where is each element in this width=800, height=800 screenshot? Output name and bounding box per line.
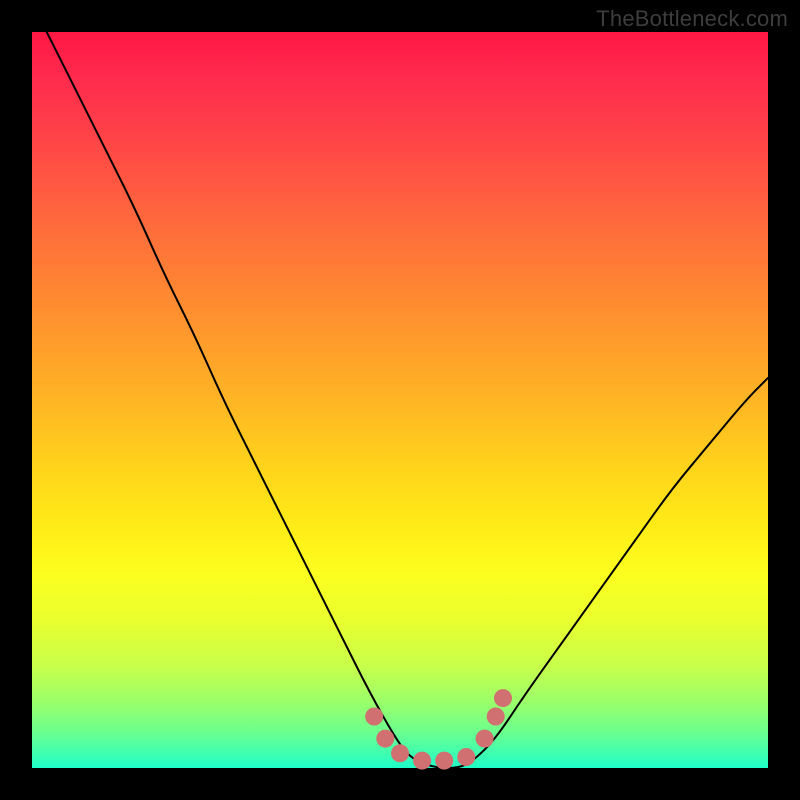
highlight-dot (365, 708, 383, 726)
highlight-dot (457, 748, 475, 766)
curve-svg (32, 32, 768, 768)
highlight-markers (365, 689, 512, 770)
highlight-dot (435, 752, 453, 770)
highlight-dot (413, 752, 431, 770)
highlight-dot (391, 744, 409, 762)
highlight-dot (476, 730, 494, 748)
watermark-text: TheBottleneck.com (596, 6, 788, 32)
plot-area (32, 32, 768, 768)
bottleneck-curve (47, 32, 768, 768)
highlight-dot (376, 730, 394, 748)
highlight-dot (494, 689, 512, 707)
chart-frame: TheBottleneck.com (0, 0, 800, 800)
highlight-dot (487, 708, 505, 726)
